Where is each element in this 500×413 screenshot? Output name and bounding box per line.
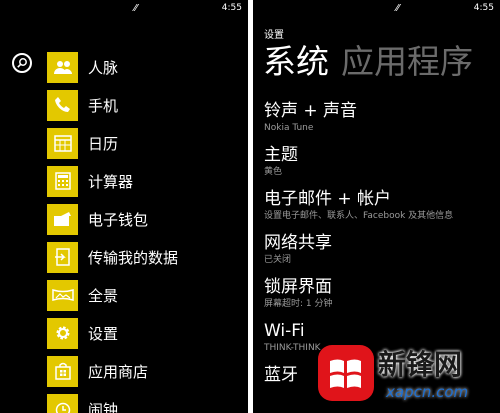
app-label: 手机 — [88, 96, 119, 115]
app-label: 人脉 — [88, 58, 119, 77]
setting-email-accounts[interactable]: 电子邮件 + 帐户 设置电子邮件、联系人、Facebook 及其他信息 — [264, 188, 500, 232]
app-label: 传输我的数据 — [88, 248, 179, 267]
transfer-icon — [47, 241, 78, 273]
app-list: 人脉 手机 日历 计算器 电子钱包 传输我的数据 全景 设置 应用商店 闹钟 — [47, 48, 178, 413]
setting-lock-screen[interactable]: 锁屏界面 屏幕超时: 1 分钟 — [264, 276, 500, 320]
setting-title: 铃声 + 声音 — [264, 101, 358, 121]
calendar-icon — [47, 127, 78, 159]
app-item-calculator[interactable]: 计算器 — [47, 162, 178, 200]
app-list-screen: ⁄⁄ 4:55 人脉 手机 日历 计算器 电子钱包 传输我的数据 全景 设置 应… — [0, 0, 248, 413]
setting-subtitle: 设置电子邮件、联系人、Facebook 及其他信息 — [264, 211, 454, 221]
pivot-applications[interactable]: 应用程序 — [341, 42, 473, 81]
gear-icon — [47, 317, 78, 349]
app-item-calendar[interactable]: 日历 — [47, 124, 178, 162]
app-item-phone[interactable]: 手机 — [47, 86, 178, 124]
phone-icon — [47, 89, 78, 121]
app-label: 全景 — [88, 286, 119, 305]
app-item-people[interactable]: 人脉 — [47, 48, 178, 86]
setting-ringtones[interactable]: 铃声 + 声音 Nokia Tune — [264, 100, 500, 144]
search-icon — [17, 58, 27, 68]
setting-internet-sharing[interactable]: 网络共享 已关闭 — [264, 232, 500, 276]
watermark: 新锋网 xapcn.com — [318, 343, 500, 413]
setting-title: Wi-Fi — [264, 321, 305, 341]
app-item-store[interactable]: 应用商店 — [47, 352, 178, 390]
watermark-url: xapcn.com — [386, 383, 469, 401]
search-button[interactable] — [12, 53, 32, 73]
signal-icon: ⁄⁄ — [134, 3, 138, 14]
app-label: 设置 — [88, 324, 119, 343]
status-time: 4:55 — [221, 3, 242, 13]
app-item-wallet[interactable]: 电子钱包 — [47, 200, 178, 238]
setting-subtitle: 屏幕超时: 1 分钟 — [264, 299, 333, 309]
alarm-icon — [47, 393, 78, 413]
app-label: 计算器 — [88, 172, 134, 191]
page-header: 设置 — [264, 30, 284, 41]
app-item-settings[interactable]: 设置 — [47, 314, 178, 352]
setting-subtitle: 已关闭 — [264, 255, 292, 265]
app-item-panorama[interactable]: 全景 — [47, 276, 178, 314]
setting-title: 电子邮件 + 帐户 — [264, 189, 392, 209]
setting-title: 锁屏界面 — [264, 277, 332, 297]
status-time: 4:55 — [473, 3, 494, 13]
status-bar: ⁄⁄ 4:55 — [0, 0, 248, 18]
app-label: 电子钱包 — [88, 210, 149, 229]
app-item-alarm[interactable]: 闹钟 — [47, 390, 178, 413]
setting-subtitle: 黄色 — [264, 167, 283, 177]
app-label: 日历 — [88, 134, 119, 153]
pivot-header: 系统 应用程序 — [263, 42, 473, 82]
status-bar: ⁄⁄ 4:55 — [253, 0, 500, 18]
store-icon — [47, 355, 78, 387]
calculator-icon — [47, 165, 78, 197]
app-label: 闹钟 — [88, 400, 119, 413]
wallet-icon — [47, 203, 78, 235]
setting-title: 主题 — [264, 145, 298, 165]
people-icon — [47, 51, 78, 83]
panorama-icon — [47, 279, 78, 311]
setting-title: 网络共享 — [264, 233, 332, 253]
app-item-transfer[interactable]: 传输我的数据 — [47, 238, 178, 276]
app-label: 应用商店 — [88, 362, 149, 381]
watermark-text: 新锋网 — [378, 348, 463, 381]
setting-subtitle: Nokia Tune — [264, 123, 314, 133]
signal-icon: ⁄⁄ — [396, 3, 400, 14]
pivot-system[interactable]: 系统 — [263, 42, 329, 81]
windows-logo-icon — [318, 345, 374, 401]
setting-theme[interactable]: 主题 黄色 — [264, 144, 500, 188]
